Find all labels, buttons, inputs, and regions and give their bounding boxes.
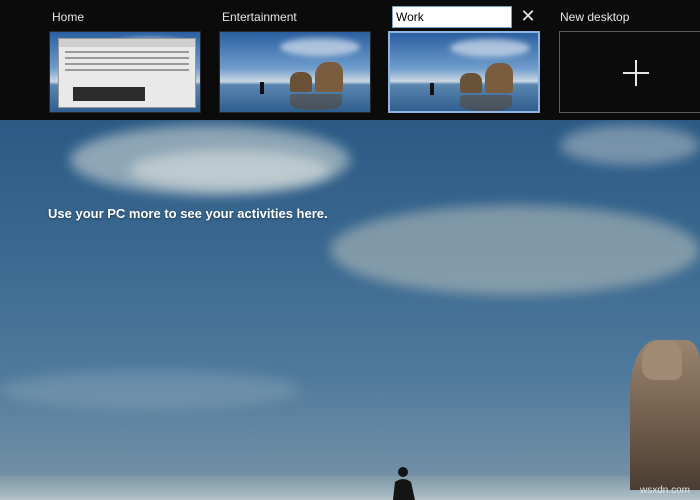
rock [290,72,312,92]
desktop-label-entertainment: Entertainment [222,10,297,24]
desktop-thumbnail-entertainment[interactable] [219,31,371,113]
cloud [280,38,360,56]
text-line [65,57,189,59]
window-titlebar [59,39,195,47]
rock-reflection [460,95,512,111]
text-line [65,69,189,71]
timeline-empty-message: Use your PC more to see your activities … [48,206,328,221]
desktop-label-home: Home [52,10,85,24]
cloud [560,125,700,165]
sea [0,476,700,500]
person [260,82,264,94]
cloud [130,150,330,190]
cloud [450,39,530,57]
new-desktop-button[interactable] [559,31,700,113]
rock [485,63,513,93]
watermark: wsxdn.com [639,485,690,496]
virtual-desktops-bar: Home Entertainment ✕ New desktop [0,0,700,120]
rock-formation-top [642,340,682,380]
window-preview [58,38,196,108]
desktop-rename-input[interactable] [392,6,512,28]
new-desktop-label: New desktop [560,10,630,24]
text-line [65,63,189,65]
desktop-thumbnail-work[interactable] [388,31,540,113]
person [430,83,434,95]
close-icon[interactable]: ✕ [518,6,538,26]
rock-reflection [290,94,342,110]
person-silhouette [393,467,415,500]
desktop-thumbnail-home[interactable] [49,31,201,113]
image-preview [73,87,145,101]
rock [315,62,343,92]
rock [460,73,482,93]
plus-icon [623,60,649,86]
text-line [65,51,189,53]
cloud [330,205,700,295]
cloud [0,370,300,410]
